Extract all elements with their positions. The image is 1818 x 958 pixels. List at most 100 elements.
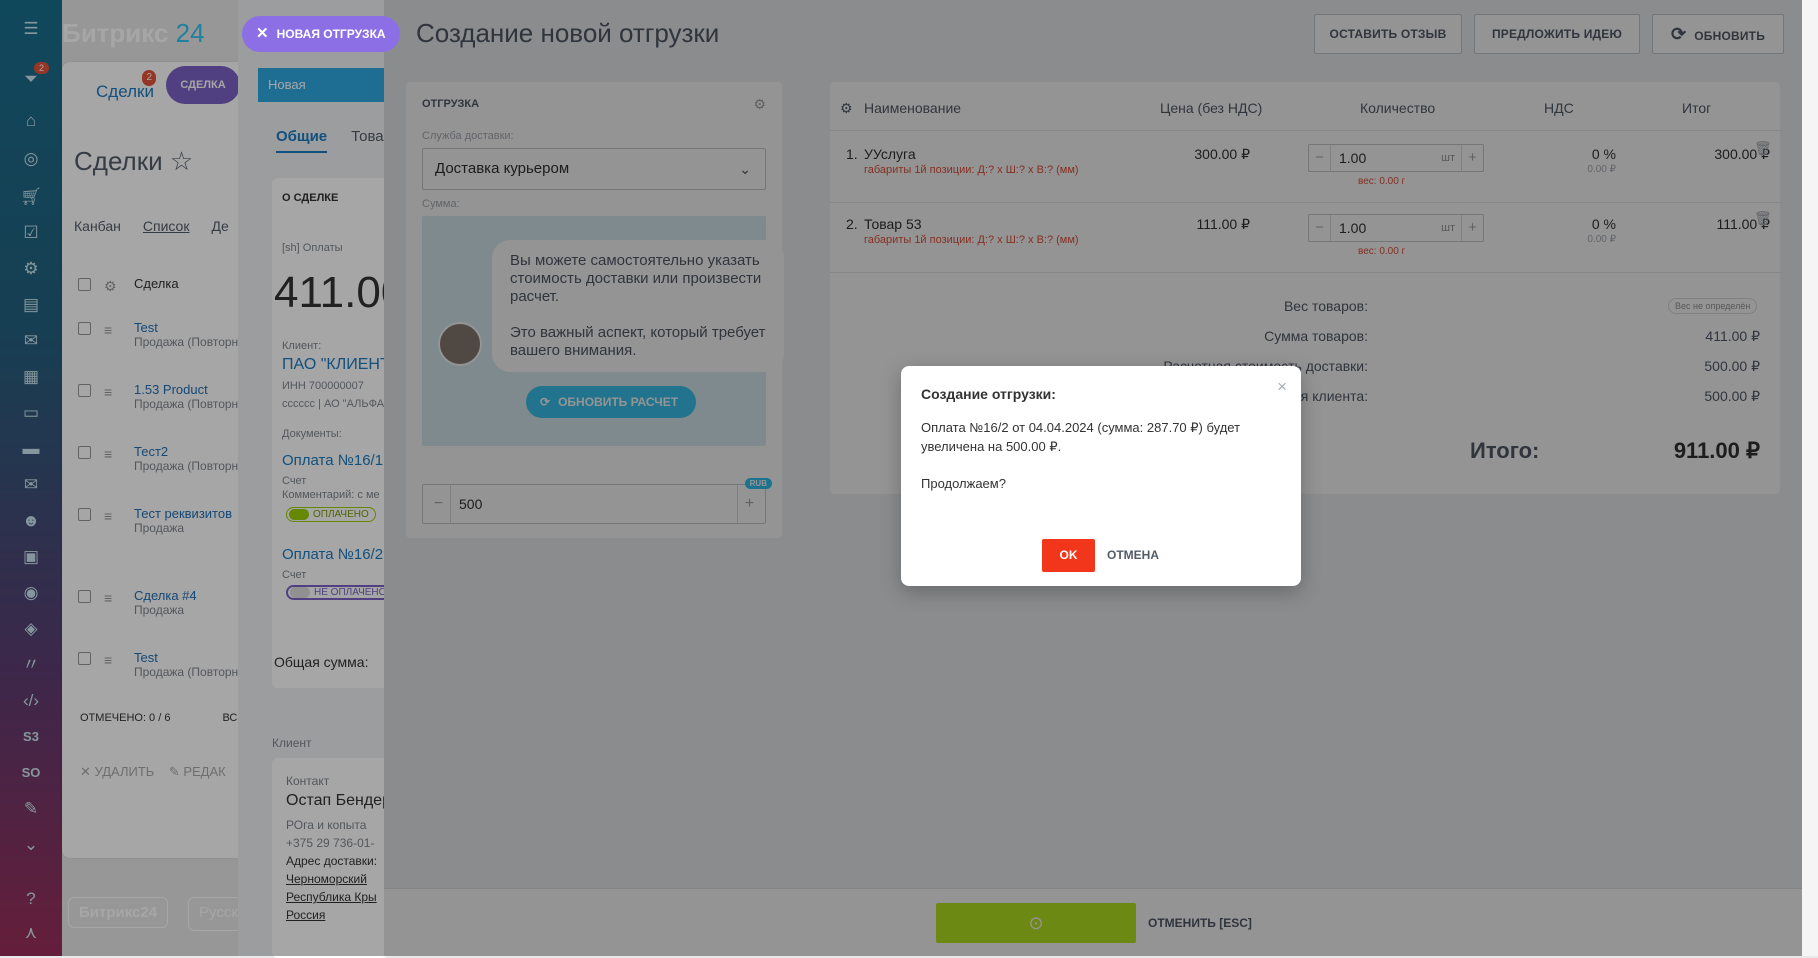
tab-general[interactable]: Общие <box>276 128 328 153</box>
drag-icon[interactable]: ≡ <box>104 322 112 338</box>
s3-icon[interactable]: S3 <box>18 724 44 750</box>
item-name[interactable]: Товар 53 <box>864 216 922 232</box>
ok-button[interactable]: OK <box>1042 539 1095 572</box>
currency-tag[interactable]: RUB <box>744 478 772 489</box>
table-row[interactable]: ≡ Тест реквизитов Продажа <box>74 506 242 535</box>
delete-button[interactable]: УДАЛИТЬ <box>95 764 155 779</box>
crm-icon[interactable]: ⚙ <box>18 256 44 282</box>
gear-icon[interactable]: ⚙ <box>753 96 766 113</box>
table-row[interactable]: ≡ Test Продажа (Повторн <box>74 650 242 679</box>
code-icon[interactable]: ‹/› <box>18 688 44 714</box>
row-checkbox[interactable] <box>78 446 91 459</box>
row-name[interactable]: Test <box>134 650 242 665</box>
menu-icon[interactable]: ☰ <box>18 16 44 42</box>
drag-icon[interactable]: ≡ <box>104 652 112 668</box>
item-price[interactable]: 111.00 ₽ <box>1130 216 1250 233</box>
item-vat[interactable]: 0 % <box>1546 216 1616 232</box>
cancel-button[interactable]: ОТМЕНА <box>1107 539 1159 572</box>
drag-icon[interactable]: ≡ <box>104 384 112 400</box>
delivery-service-select[interactable]: Доставка курьером ⌄ <box>422 148 766 190</box>
row-name[interactable]: Тест2 <box>134 444 242 459</box>
robot-icon[interactable]: ◉ <box>18 580 44 606</box>
row-checkbox[interactable] <box>78 508 91 521</box>
row-name[interactable]: Сделка #4 <box>134 588 242 603</box>
item-vat[interactable]: 0 % <box>1546 146 1616 162</box>
schedule-icon[interactable]: ▦ <box>18 364 44 390</box>
tab-list[interactable]: Список <box>143 218 190 234</box>
row-checkbox[interactable] <box>78 322 91 335</box>
edit-icon[interactable]: ✎ <box>169 764 180 779</box>
edit-button[interactable]: РЕДАК <box>183 764 225 779</box>
recalc-button[interactable]: ⟳ ОБНОВИТЬ РАСЧЕТ <box>526 386 697 418</box>
quantity-stepper[interactable]: −1.00 шт + <box>1308 144 1484 172</box>
box-icon[interactable]: ◈ <box>18 616 44 642</box>
select-all-checkbox[interactable] <box>78 278 91 291</box>
idea-button[interactable]: ПРЕДЛОЖИТЬ ИДЕЮ <box>1474 14 1640 54</box>
target-icon[interactable]: ◎ <box>18 146 44 172</box>
tab-more[interactable]: Де <box>211 218 228 234</box>
home-icon[interactable]: ⌂ <box>18 108 44 134</box>
drag-icon[interactable]: ≡ <box>104 590 112 606</box>
save-button[interactable]: ⊙ <box>936 903 1136 943</box>
stage-bar[interactable]: Новая <box>258 68 388 102</box>
so-icon[interactable]: SO <box>18 760 44 786</box>
qty-value[interactable]: 1.00 <box>1339 150 1366 166</box>
tasks-icon[interactable]: ☑ <box>18 220 44 246</box>
cart-icon[interactable]: 🛒︎ <box>18 184 44 210</box>
settings-icon[interactable]: ⚙ <box>104 278 117 295</box>
table-row[interactable]: ≡ Тест2 Продажа (Повторн <box>74 444 242 473</box>
tab-deals[interactable]: Сделки 2 <box>80 68 170 116</box>
delivery-sum-input[interactable]: −500 + <box>422 484 766 524</box>
help-icon[interactable]: ? <box>18 886 44 912</box>
paid-toggle[interactable]: ОПЛАЧЕНО <box>286 507 376 523</box>
plus-icon[interactable]: + <box>1461 145 1483 171</box>
bitrix-logo[interactable]: Битрикс 24 <box>62 18 205 49</box>
sign-icon[interactable]: ✎ <box>18 796 44 822</box>
drag-icon[interactable]: ≡ <box>104 446 112 462</box>
b24-button[interactable]: Битрикс24 <box>68 897 169 928</box>
row-checkbox[interactable] <box>78 590 91 603</box>
feedback-button[interactable]: ОСТАВИТЬ ОТЗЫВ <box>1314 14 1462 54</box>
refresh-button[interactable]: ⟳ ОБНОВИТЬ <box>1652 14 1784 54</box>
drive-icon[interactable]: ▬ <box>18 436 44 462</box>
contact-phone[interactable]: +375 29 736-01- <box>286 836 388 850</box>
close-icon[interactable]: × <box>1277 378 1287 395</box>
row-checkbox[interactable] <box>78 652 91 665</box>
plus-icon[interactable]: + <box>1461 215 1483 241</box>
table-settings-icon[interactable]: ⚙ <box>840 100 853 117</box>
chevron-down-icon[interactable]: ⌄ <box>18 832 44 858</box>
drag-icon[interactable]: ≡ <box>104 508 112 524</box>
table-row[interactable]: ≡ Test Продажа (Повторн <box>74 320 242 349</box>
contact-name[interactable]: Остап Бендер <box>286 792 388 810</box>
address-line[interactable]: Россия <box>286 908 388 922</box>
card-icon[interactable]: ▣ <box>18 544 44 570</box>
qty-value[interactable]: 1.00 <box>1339 220 1366 236</box>
tab-deal[interactable]: СДЕЛКА <box>166 66 240 104</box>
close-icon[interactable]: ✕ <box>256 25 269 42</box>
cancel-esc-button[interactable]: ОТМЕНИТЬ [ESC] <box>1148 903 1252 943</box>
address-line[interactable]: Черноморский <box>286 872 388 886</box>
row-checkbox[interactable] <box>78 384 91 397</box>
plus-icon[interactable]: + <box>737 485 761 523</box>
star-icon[interactable]: ☆ <box>170 146 193 176</box>
item-name[interactable]: УУслуга <box>864 146 916 162</box>
client-link[interactable]: ПАО "КЛИЕНТ" <box>282 356 388 374</box>
minus-icon[interactable]: − <box>1309 145 1331 171</box>
new-shipment-tab[interactable]: ✕ НОВАЯ ОТГРУЗКА <box>242 16 400 52</box>
calendar-icon[interactable]: ▤ <box>18 292 44 318</box>
unpaid-toggle[interactable]: НЕ ОПЛАЧЕНО <box>286 585 388 601</box>
mail-icon[interactable]: ✉ <box>18 472 44 498</box>
row-name[interactable]: Тест реквизитов <box>134 506 242 521</box>
language-button[interactable]: Русски <box>188 897 244 931</box>
trash-icon[interactable]: 🗑︎ <box>1754 210 1772 227</box>
row-name[interactable]: Test <box>134 320 242 335</box>
payment2-link[interactable]: Оплата №16/2 <box>282 546 388 563</box>
tab-products[interactable]: Това <box>351 128 383 153</box>
quantity-stepper[interactable]: −1.00 шт + <box>1308 214 1484 242</box>
market-icon[interactable]: 〃 <box>18 652 44 678</box>
minus-icon[interactable]: − <box>1309 215 1331 241</box>
docs-icon[interactable]: ▭ <box>18 400 44 426</box>
chat-icon[interactable]: ✉ <box>18 328 44 354</box>
item-price[interactable]: 300.00 ₽ <box>1130 146 1250 163</box>
address-line[interactable]: Республика Кры <box>286 890 388 904</box>
